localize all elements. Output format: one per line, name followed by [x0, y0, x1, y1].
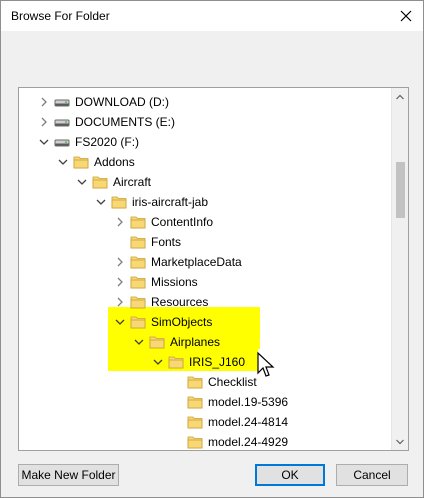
folder-icon — [73, 154, 89, 170]
tree-row-label: model.19-5396 — [208, 395, 289, 409]
tree-row-label: Checklist — [208, 375, 257, 389]
make-new-folder-button[interactable]: Make New Folder — [18, 464, 119, 486]
chevron-down-icon — [396, 439, 404, 444]
mouse-cursor-icon — [257, 351, 275, 377]
tree-row-label: model.24-4929 — [208, 435, 289, 449]
tree-row-label: DOCUMENTS (E:) — [75, 115, 175, 129]
chevron-right-icon[interactable] — [113, 295, 127, 309]
chevron-down-icon[interactable] — [151, 355, 165, 369]
folder-icon — [130, 214, 146, 230]
folder-icon — [187, 374, 203, 390]
tree-row[interactable]: Airplanes — [19, 332, 391, 352]
tree-row-label: ContentInfo — [151, 215, 214, 229]
scroll-thumb[interactable] — [396, 162, 405, 218]
vertical-scrollbar[interactable] — [391, 88, 408, 450]
tree-row[interactable]: MarketplaceData — [19, 252, 391, 272]
tree-row[interactable]: Addons — [19, 152, 391, 172]
drive-icon — [54, 134, 70, 150]
tree-row-label: DOWNLOAD (D:) — [75, 95, 169, 109]
dialog-title: Browse For Folder — [11, 9, 110, 23]
cancel-button[interactable]: Cancel — [336, 464, 408, 486]
browse-for-folder-dialog: Browse For Folder DOWNLOAD (D:) DOCUMENTS… — [0, 0, 424, 498]
tree-row[interactable]: model.19-5396 — [19, 392, 391, 412]
tree-row[interactable]: Fonts — [19, 232, 391, 252]
scroll-up-button[interactable] — [392, 88, 408, 105]
tree-row-label: Resources — [151, 295, 209, 309]
chevron-down-icon[interactable] — [56, 155, 70, 169]
close-button[interactable] — [393, 3, 419, 29]
tree-row[interactable]: ContentInfo — [19, 212, 391, 232]
tree-row[interactable]: Resources — [19, 292, 391, 312]
chevron-down-icon[interactable] — [75, 175, 89, 189]
ok-button[interactable]: OK — [255, 464, 325, 486]
drive-icon — [54, 94, 70, 110]
chevron-down-icon[interactable] — [113, 315, 127, 329]
drive-icon — [54, 114, 70, 130]
chevron-right-icon[interactable] — [113, 275, 127, 289]
folder-tree[interactable]: DOWNLOAD (D:) DOCUMENTS (E:) FS2020 (F:) Ad… — [18, 87, 409, 451]
tree-row-label: Fonts — [151, 235, 182, 249]
scroll-down-button[interactable] — [392, 433, 408, 450]
close-icon — [400, 10, 412, 22]
tree-row[interactable]: IRIS_J160 — [19, 352, 391, 372]
tree-row-label: iris-aircraft-jab — [132, 195, 209, 209]
chevron-right-icon[interactable] — [37, 115, 51, 129]
title-bar: Browse For Folder — [1, 1, 423, 31]
tree-row[interactable]: SimObjects — [19, 312, 391, 332]
folder-icon — [187, 434, 203, 450]
tree-row[interactable]: Missions — [19, 272, 391, 292]
chevron-down-icon[interactable] — [37, 135, 51, 149]
tree-row-label: Addons — [94, 155, 135, 169]
chevron-right-icon[interactable] — [113, 215, 127, 229]
folder-icon — [130, 234, 146, 250]
tree-row-label: SimObjects — [151, 315, 213, 329]
tree-row-label: Aircraft — [113, 175, 152, 189]
tree-row-label: MarketplaceData — [151, 255, 242, 269]
tree-row[interactable]: iris-aircraft-jab — [19, 192, 391, 212]
tree-row[interactable]: model.24-4814 — [19, 412, 391, 432]
folder-icon — [111, 194, 127, 210]
tree-row-label: FS2020 (F:) — [75, 135, 140, 149]
tree-row-label: Airplanes — [170, 335, 221, 349]
folder-icon — [187, 394, 203, 410]
folder-icon — [92, 174, 108, 190]
tree-row-label: model.24-4814 — [208, 415, 289, 429]
tree-row[interactable]: DOWNLOAD (D:) — [19, 92, 391, 112]
folder-icon — [130, 314, 146, 330]
folder-icon — [130, 274, 146, 290]
tree-row[interactable]: Aircraft — [19, 172, 391, 192]
chevron-right-icon[interactable] — [37, 95, 51, 109]
tree-row[interactable]: DOCUMENTS (E:) — [19, 112, 391, 132]
folder-icon — [168, 354, 184, 370]
tree-row[interactable]: Checklist — [19, 372, 391, 392]
chevron-down-icon[interactable] — [132, 335, 146, 349]
tree-row[interactable]: FS2020 (F:) — [19, 132, 391, 152]
chevron-up-icon — [396, 94, 404, 99]
folder-icon — [130, 294, 146, 310]
folder-icon — [130, 254, 146, 270]
chevron-right-icon[interactable] — [113, 255, 127, 269]
chevron-down-icon[interactable] — [94, 195, 108, 209]
folder-icon — [149, 334, 165, 350]
tree-row[interactable]: model.24-4929 — [19, 432, 391, 450]
tree-row-label: Missions — [151, 275, 198, 289]
folder-icon — [187, 414, 203, 430]
tree-row-label: IRIS_J160 — [189, 355, 246, 369]
